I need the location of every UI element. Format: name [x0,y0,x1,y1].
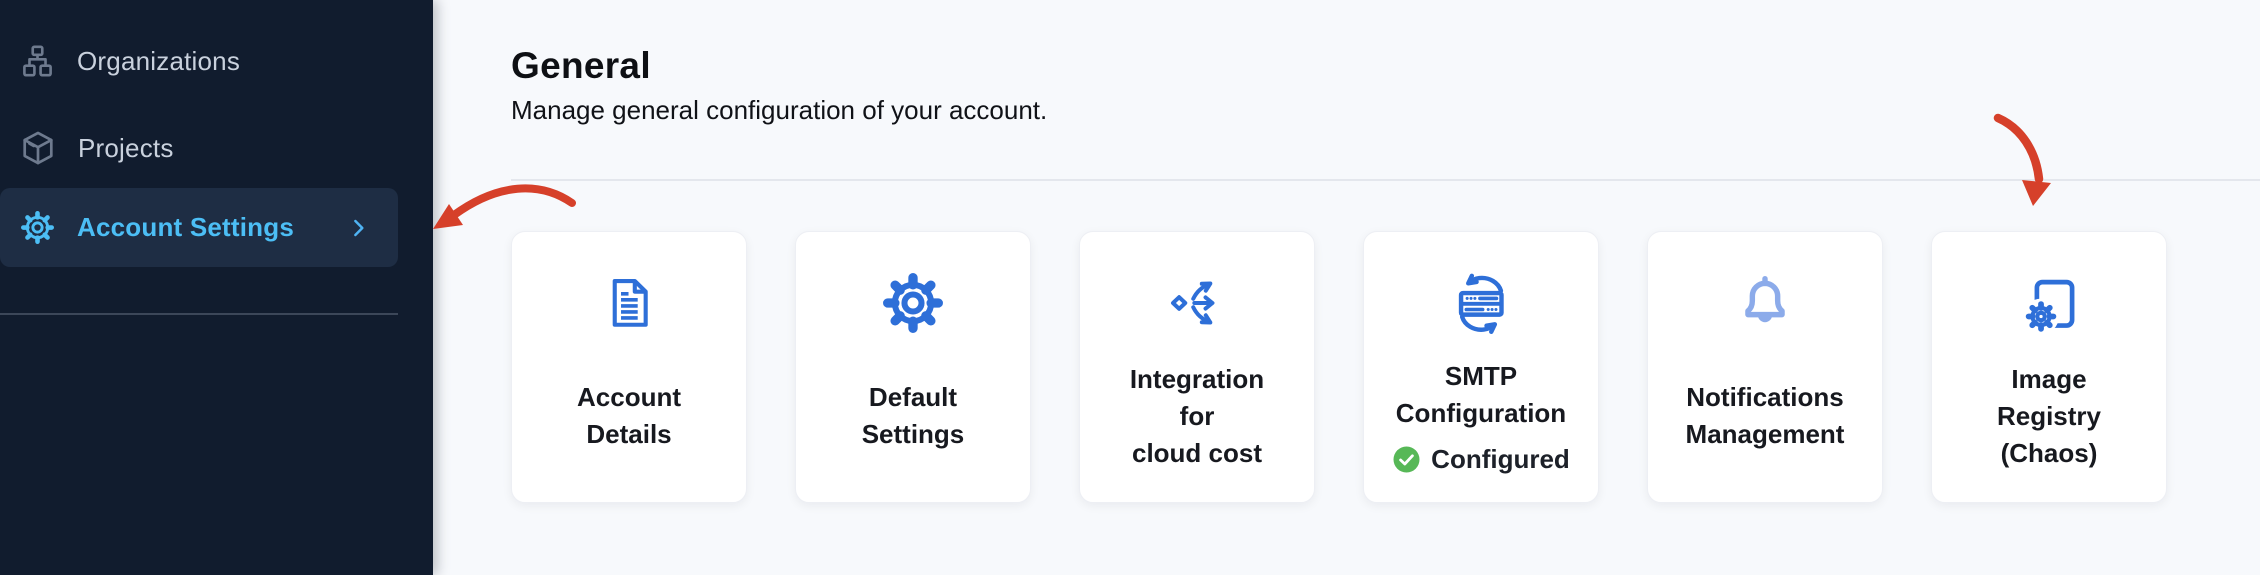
bell-icon [1734,268,1796,338]
sidebar-item-label: Projects [78,133,174,164]
page-title: General [511,45,651,87]
status-badge: Configured [1392,444,1570,475]
sidebar: Organizations Projects [0,0,433,575]
sidebar-item-label: Account Settings [77,212,294,243]
card-label: Integration for cloud cost [1130,361,1264,472]
card-account-details[interactable]: Account Details [511,231,747,503]
card-image-registry-chaos[interactable]: Image Registry (Chaos) [1931,231,2167,503]
hierarchy-icon [19,43,56,80]
card-label: Account Details [577,379,681,453]
card-smtp-configuration[interactable]: SMTP Configuration Configured [1363,231,1599,503]
integration-icon [1165,268,1229,338]
gear-icon [19,209,56,246]
document-icon [600,268,658,338]
smtp-sync-icon [1443,268,1519,338]
card-label: Default Settings [862,379,965,453]
check-circle-icon [1392,445,1421,474]
card-label: Notifications Management [1686,379,1845,453]
cube-icon [19,129,57,167]
sidebar-item-projects[interactable]: Projects [0,120,398,176]
card-notifications-management[interactable]: Notifications Management [1647,231,1883,503]
sidebar-item-organizations[interactable]: Organizations [0,33,398,89]
page-gear-icon [2016,268,2082,338]
sidebar-divider [0,313,398,315]
main-content: General Manage general configuration of … [433,0,2260,575]
content-divider [511,179,2260,181]
app-window: Organizations Projects [0,0,2260,575]
status-label: Configured [1431,444,1570,475]
chevron-right-icon [345,214,372,241]
card-label: Image Registry (Chaos) [1997,361,2101,472]
card-default-settings[interactable]: Default Settings [795,231,1031,503]
page-subtitle: Manage general configuration of your acc… [511,95,1047,126]
card-label: SMTP Configuration [1396,358,1566,432]
sidebar-item-label: Organizations [77,46,240,77]
gear-icon [880,268,946,338]
card-integration-cloud-cost[interactable]: Integration for cloud cost [1079,231,1315,503]
settings-cards-row: Account Details Default Settings [511,231,2167,503]
sidebar-item-account-settings[interactable]: Account Settings [0,188,398,267]
